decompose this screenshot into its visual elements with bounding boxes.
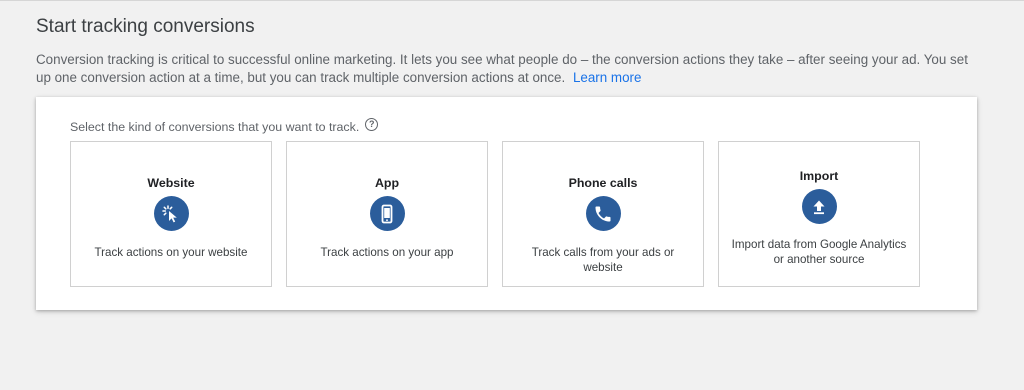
page-title: Start tracking conversions (36, 16, 255, 37)
card-title: Website (147, 176, 195, 190)
upload-icon (801, 189, 837, 224)
question-circle-icon[interactable]: ? (365, 117, 379, 131)
learn-more-link[interactable]: Learn more (573, 70, 641, 85)
card-import[interactable]: Import Import data from Google Analytics… (718, 141, 920, 287)
top-divider (0, 0, 1024, 1)
card-description: Track calls from your ads or website (531, 246, 675, 274)
card-website[interactable]: Website Track actions on your website (70, 141, 272, 287)
card-description: Import data from Google Analytics or ano… (731, 238, 907, 266)
prompt-text: Select the kind of conversions that you … (70, 120, 360, 134)
card-phone-calls[interactable]: Phone calls Track calls from your ads or… (502, 141, 704, 287)
card-title: App (374, 176, 400, 190)
phone-icon (585, 196, 621, 231)
card-description: Track actions on your app (320, 246, 454, 259)
mobile-phone-icon (369, 196, 405, 231)
card-title: Phone calls (568, 176, 638, 190)
card-app[interactable]: App Track actions on your app (286, 141, 488, 287)
conversion-type-panel: Select the kind of conversions that you … (36, 97, 977, 310)
card-title: Import (799, 169, 839, 183)
intro-text: Conversion tracking is critical to succe… (36, 51, 976, 87)
conversion-type-cards: Website Track actions on your website Ap… (70, 141, 920, 287)
card-description: Track actions on your website (94, 246, 248, 259)
cursor-click-icon (153, 196, 189, 231)
selection-prompt: Select the kind of conversions that you … (70, 117, 379, 134)
intro-paragraph: Conversion tracking is critical to succe… (36, 52, 968, 85)
